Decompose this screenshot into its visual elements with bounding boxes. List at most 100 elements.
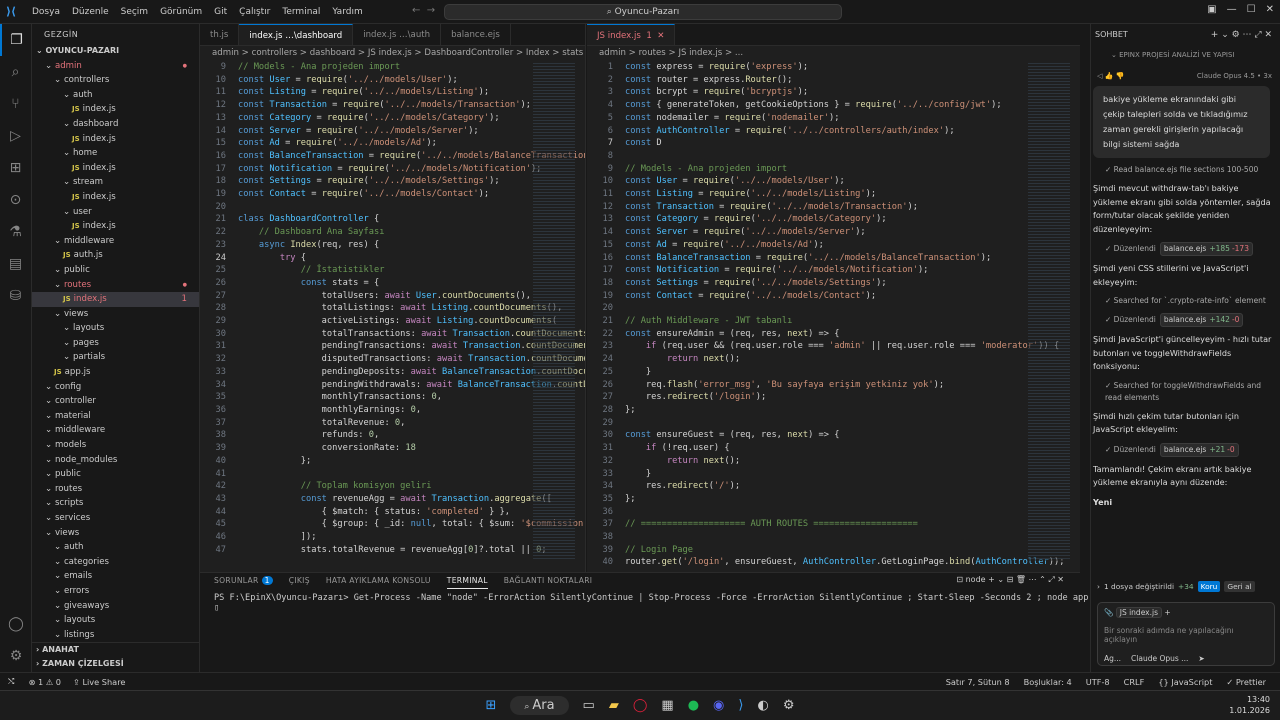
menu-item[interactable]: Yardım [332,7,362,17]
chat-edit-step[interactable]: ✓ Düzenlendi balance.ejs +185 -173 [1091,242,1280,256]
minimap-right[interactable] [1028,61,1070,561]
code-line[interactable]: 4 const { generateToken, getCookieOptions… [587,99,1080,112]
tree-folder[interactable]: ⌄ stream [32,175,199,190]
code-line[interactable]: 5 const nodemailer = require('nodemailer'… [587,112,1080,125]
tree-folder[interactable]: ⌄ public [32,467,199,482]
code-line[interactable]: 20 [200,201,585,214]
code-line[interactable]: 38 refunds: 0, [200,429,585,442]
code-line[interactable]: 1 const express = require('express'); [587,61,1080,74]
changes-bar[interactable]: › 1 dosya değiştirildi +34 Koru Geri al [1097,581,1275,592]
tree-folder[interactable]: ⌄ controllers [32,73,199,88]
code-line[interactable]: 14 const Server = require('../../models/S… [200,125,585,138]
tree-folder[interactable]: ⌄ errors [32,584,199,599]
code-line[interactable]: 13 const Category = require('../../models… [200,112,585,125]
code-line[interactable]: 23 if (req.user && (req.user.role === 'a… [587,340,1080,353]
terminal-output[interactable]: PS F:\EpinX\Oyuncu-Pazarı> Get-Process -… [200,589,1104,617]
menu-item[interactable]: Çalıştır [239,7,270,17]
undo-button[interactable]: Geri al [1224,581,1255,592]
code-line[interactable]: 39 // Login Page [587,544,1080,557]
menu-item[interactable]: Seçim [121,7,148,17]
docker-icon[interactable]: ▤ [0,248,31,280]
source-control-icon[interactable]: ⑂ [0,88,31,120]
tree-folder[interactable]: ⌄ material [32,409,199,424]
code-line[interactable]: 28 totalListings: await Listing.countDoc… [200,302,585,315]
tree-folder[interactable]: ⌄ emails [32,569,199,584]
testing-icon[interactable]: ⚗ [0,216,31,248]
terminal-actions[interactable]: ⊡ node + ⌄ ⊟ 🗑 ⋯ ⌃ ⤢ ✕ [956,575,1064,585]
prettier-status[interactable]: ✓ Prettier [1226,677,1266,687]
taskbar-search[interactable]: ⌕ Ara [510,696,569,715]
language-mode[interactable]: {} JavaScript [1158,677,1212,687]
code-line[interactable]: 15 const Ad = require('../../models/Ad'); [200,137,585,150]
code-line[interactable]: 29 activeListings: await Listing.countDo… [200,315,585,328]
chat-input-box[interactable]: 📎 JS index.js + Bir sonraki adımda ne ya… [1097,602,1275,666]
code-line[interactable]: 12 const Transaction = require('../../mod… [587,201,1080,214]
panel-tab[interactable]: TERMINAL [446,576,488,589]
cursor-position[interactable]: Satır 7, Sütun 8 [946,677,1010,687]
panel-tab[interactable]: BAĞLANTI NOKTALARI [504,576,593,589]
vscode-taskbar-icon[interactable]: ⟩ [738,698,743,713]
send-icon[interactable]: ➤ [1198,654,1204,663]
code-line[interactable]: 2 const router = express.Router(); [587,74,1080,87]
tree-folder[interactable]: ⌄ middleware [32,423,199,438]
context-chip[interactable]: 📎 JS index.js + [1098,603,1274,622]
keep-button[interactable]: Koru [1197,581,1221,592]
code-line[interactable]: 25 } [587,366,1080,379]
workspace-root[interactable]: ⌄ OYUNCU-PAZARI [32,44,199,59]
minimap-left[interactable] [533,61,575,561]
maximize-icon[interactable]: ☐ [1247,4,1256,15]
code-line[interactable]: 36 monthlyEarnings: 0, [200,404,585,417]
settings-taskbar-icon[interactable]: ⚙ [783,698,795,713]
code-line[interactable]: 12 const Transaction = require('../../mod… [200,99,585,112]
search-icon[interactable]: ⌕ [0,56,31,88]
opera-icon[interactable]: ◯ [633,698,648,713]
clock[interactable]: 13:40 1.01.2026 [1229,694,1270,716]
code-line[interactable]: 24 return next(); [587,353,1080,366]
code-line[interactable]: 31 if (!req.user) { [587,442,1080,455]
file-explorer-icon[interactable]: ▰ [609,698,619,713]
code-line[interactable]: 34 res.redirect('/'); [587,480,1080,493]
code-line[interactable]: 33 pendingDeposits: await BalanceTransac… [200,366,585,379]
windows-start-icon[interactable]: ⊞ [486,698,497,713]
panel-tab[interactable]: HATA AYIKLAMA KONSOLU [326,576,431,589]
tree-file[interactable]: JS index.js [32,161,199,176]
tree-file[interactable]: JS app.js [32,365,199,380]
code-line[interactable]: 16 const BalanceTransaction = require('..… [200,150,585,163]
menu-item[interactable]: Git [214,7,227,17]
tree-file[interactable]: JS index.js [32,190,199,205]
code-line[interactable]: 26 req.flash('error_msg', 'Bu sayfaya er… [587,379,1080,392]
code-area-left[interactable]: 9 // Models - Ana projeden import 10 const … [200,61,585,556]
chat-input-toolbar[interactable]: Ag... Claude Opus ... ➤ [1098,648,1274,669]
tree-folder[interactable]: ⌄ node_modules [32,453,199,468]
discord-icon[interactable]: ◉ [713,698,724,713]
code-line[interactable]: 21 // Auth Middleware - JWT tabanlı [587,315,1080,328]
code-line[interactable]: 18 const Settings = require('../../models… [587,277,1080,290]
extensions-icon[interactable]: ⊞ [0,152,31,184]
panel-tab[interactable]: ÇIKIŞ [289,576,310,589]
live-share[interactable]: ⇪ Live Share [73,677,125,687]
explorer-icon[interactable]: ❐ [0,24,31,56]
command-center-search[interactable]: ⌕ Oyuncu-Pazarı [444,4,842,20]
tree-folder[interactable]: ⌄ auth [32,88,199,103]
code-line[interactable]: 17 const Notification = require('../../mo… [200,163,585,176]
code-line[interactable]: 47 stats.totalRevenue = revenueAgg[0]?.t… [200,544,585,557]
code-line[interactable]: 19 const Contact = require('../../models/… [200,188,585,201]
code-line[interactable]: 28}; [587,404,1080,417]
code-line[interactable]: 16 const BalanceTransaction = require('..… [587,252,1080,265]
breadcrumb-left[interactable]: admin > controllers > dashboard > JS ind… [200,46,585,61]
tree-folder[interactable]: ⌄ pages [32,336,199,351]
tree-folder[interactable]: ⌄ categories [32,555,199,570]
window-controls[interactable]: ▣ — ☐ ✕ [1207,4,1274,15]
tab-index-js-routes[interactable]: JS index.js 1 ✕ [587,24,676,45]
tree-folder[interactable]: ⌄ admin ● [32,59,199,74]
code-line[interactable]: 13 const Category = require('../../models… [587,213,1080,226]
timeline-section[interactable]: › ZAMAN ÇİZELGESİ [32,657,199,671]
code-line[interactable]: 30 totalTransactions: await Transaction.… [200,328,585,341]
tree-file[interactable]: JS auth.js [32,248,199,263]
minimize-icon[interactable]: — [1227,4,1237,15]
code-line[interactable]: 27 totalUsers: await User.countDocuments… [200,290,585,303]
tree-folder[interactable]: ⌄ scripts [32,496,199,511]
tree-file[interactable]: JS index.js [32,102,199,117]
code-line[interactable]: 40 router.get('/login', ensureGuest, Auth… [587,556,1080,569]
tree-folder[interactable]: ⌄ listings [32,628,199,643]
